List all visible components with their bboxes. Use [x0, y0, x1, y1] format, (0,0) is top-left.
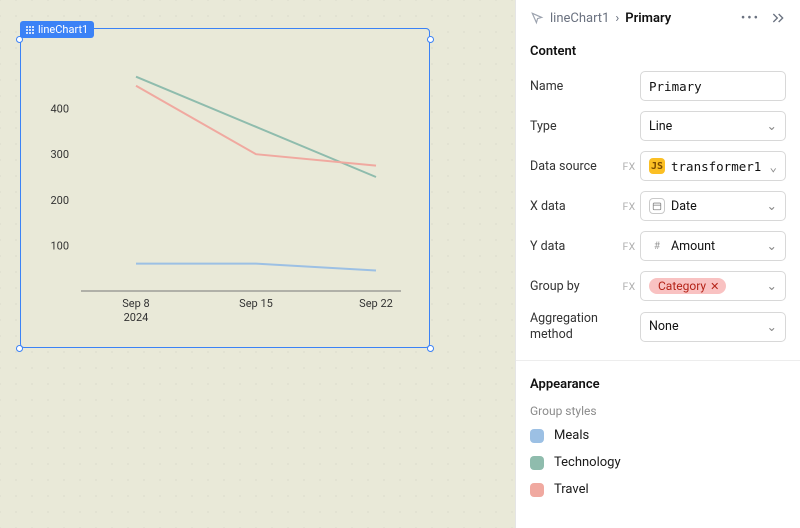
select-type[interactable]: Line ⌄: [640, 111, 786, 141]
fx-indicator[interactable]: FX: [618, 240, 640, 253]
select-aggregation-value: None: [649, 319, 679, 334]
select-x-data-value: Date: [671, 199, 697, 214]
chart-plot-area: 100 200 300 400 Sep 8 Sep 15 Sep 22 2024: [21, 53, 429, 333]
select-x-data[interactable]: Date ⌄: [640, 191, 786, 221]
chart-series: [136, 264, 376, 271]
svg-text:Sep 15: Sep 15: [239, 297, 273, 310]
svg-text:Sep 8: Sep 8: [122, 297, 149, 310]
js-icon: JS: [649, 158, 665, 174]
chevron-down-icon: ⌄: [767, 118, 777, 134]
input-name[interactable]: Primary: [640, 71, 786, 101]
component-selection[interactable]: lineChart1 100200300400Sep 8Sep 15Sep 22…: [20, 28, 430, 348]
chart-series: [136, 86, 376, 166]
select-y-data-value: Amount: [671, 239, 715, 254]
section-title-appearance: Appearance: [530, 377, 786, 392]
svg-text:200: 200: [50, 194, 69, 207]
grip-icon: [25, 25, 34, 34]
label-data-source: Data source: [530, 159, 618, 174]
fx-indicator[interactable]: FX: [618, 160, 640, 173]
fx-indicator[interactable]: FX: [618, 280, 640, 293]
remove-tag-icon[interactable]: ✕: [710, 280, 719, 293]
section-title-content: Content: [530, 44, 786, 59]
color-swatch[interactable]: [530, 429, 544, 443]
svg-text:300: 300: [50, 148, 69, 161]
more-icon[interactable]: •••: [741, 11, 760, 26]
svg-text:2024: 2024: [124, 311, 149, 324]
resize-handle-br[interactable]: [427, 345, 434, 352]
label-x-data: X data: [530, 199, 618, 214]
divider: [516, 360, 800, 361]
svg-text:400: 400: [50, 103, 69, 116]
select-data-source-value: transformer1: [671, 159, 761, 174]
selection-chip[interactable]: lineChart1: [20, 21, 94, 38]
svg-text:100: 100: [50, 239, 69, 252]
group-by-tag[interactable]: Category ✕: [649, 278, 726, 294]
section-content: Content Name Primary Type Line ⌄ Data so…: [530, 44, 786, 342]
legend-item[interactable]: Technology: [530, 455, 786, 470]
svg-text:Sep 22: Sep 22: [359, 297, 393, 310]
label-name: Name: [530, 79, 618, 94]
collapse-icon[interactable]: [770, 10, 786, 26]
legend-label: Travel: [554, 482, 589, 497]
input-name-value: Primary: [649, 79, 702, 94]
legend-label: Technology: [554, 455, 621, 470]
builder-canvas: lineChart1 100 200 300 400 Sep 8 Sep 15 Sep 22…: [0, 0, 515, 528]
chevron-down-icon: ⌄: [767, 198, 777, 214]
crumb-separator: ›: [615, 11, 619, 26]
section-subtitle-appearance: Group styles: [530, 404, 786, 418]
label-y-data: Y data: [530, 239, 618, 254]
inspector-panel: lineChart1 › Primary ••• Content Name Pr…: [515, 0, 800, 528]
legend-label: Meals: [554, 428, 589, 443]
legend-item[interactable]: Meals: [530, 428, 786, 443]
calendar-icon: [649, 198, 665, 214]
label-aggregation: Aggregation method: [530, 311, 618, 342]
section-appearance: Appearance Group styles Meals Technology T…: [530, 377, 786, 497]
crumb-current: Primary: [625, 11, 671, 26]
select-aggregation[interactable]: None ⌄: [640, 312, 786, 342]
crumb-root[interactable]: lineChart1: [550, 11, 609, 26]
color-swatch[interactable]: [530, 456, 544, 470]
label-group-by: Group by: [530, 279, 618, 294]
fx-indicator[interactable]: FX: [618, 200, 640, 213]
chevron-down-icon: ⌄: [769, 159, 777, 174]
select-type-value: Line: [649, 119, 672, 134]
color-swatch[interactable]: [530, 483, 544, 497]
select-data-source[interactable]: JS transformer1 ⌄: [640, 151, 786, 181]
legend-item[interactable]: Travel: [530, 482, 786, 497]
line-chart[interactable]: 100 200 300 400 Sep 8 Sep 15 Sep 22 2024: [20, 28, 430, 348]
select-y-data[interactable]: # Amount ⌄: [640, 231, 786, 261]
cursor-icon: [530, 11, 544, 25]
group-by-tag-label: Category: [658, 279, 706, 293]
selection-chip-label: lineChart1: [38, 23, 88, 36]
hash-icon: #: [649, 238, 665, 254]
chevron-down-icon: ⌄: [767, 319, 777, 335]
chevron-down-icon: ⌄: [767, 278, 777, 294]
select-group-by[interactable]: Category ✕ ⌄: [640, 271, 786, 301]
breadcrumb: lineChart1 › Primary: [530, 11, 671, 26]
resize-handle-tr[interactable]: [427, 36, 434, 43]
chevron-down-icon: ⌄: [767, 238, 777, 254]
label-type: Type: [530, 119, 618, 134]
resize-handle-bl[interactable]: [16, 345, 23, 352]
